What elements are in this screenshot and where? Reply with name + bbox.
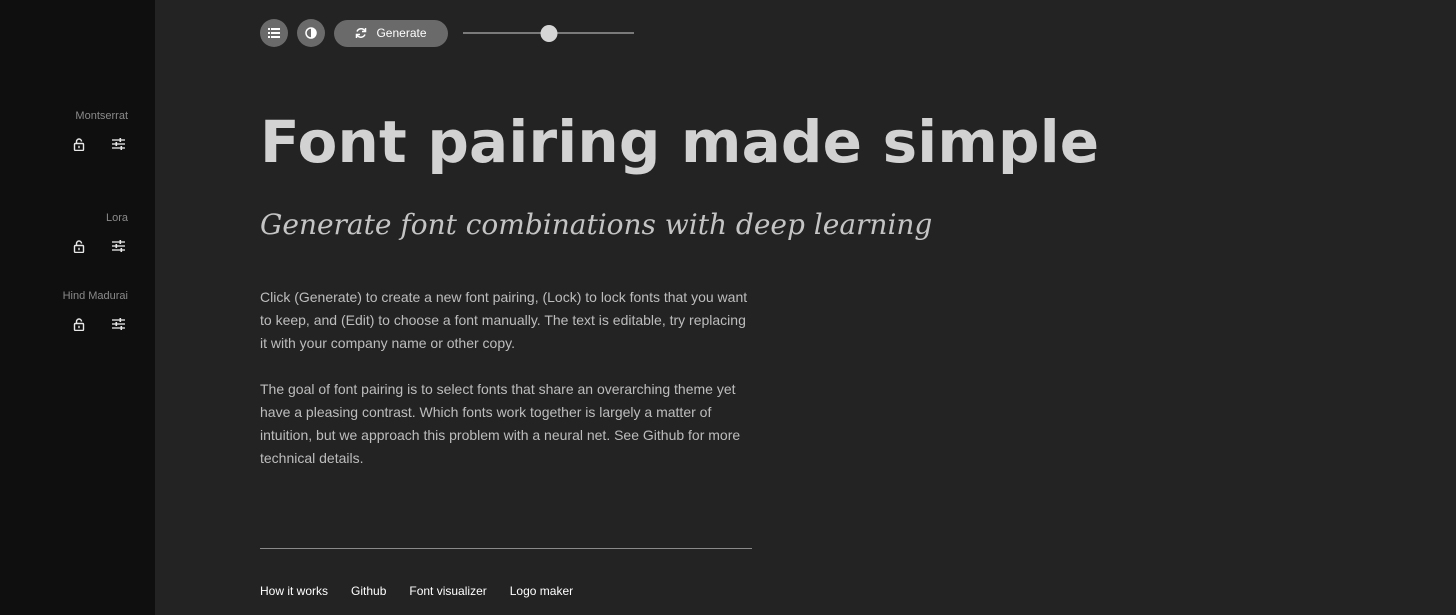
refresh-icon — [356, 28, 367, 38]
toolbar: Generate — [260, 19, 634, 47]
footer-link-how-it-works[interactable]: How it works — [260, 584, 328, 598]
list-button[interactable] — [260, 19, 288, 47]
page-subheadline[interactable]: Generate font combinations with deep lea… — [260, 205, 932, 245]
font-name-heading: Montserrat — [75, 110, 128, 122]
font-group-subheading: Lora — [18, 211, 128, 254]
sidebar: Montserrat Lora Hind Madurai — [0, 0, 155, 615]
main-content: Generate Font pairing made simple Genera… — [155, 0, 1456, 615]
sliders-icon[interactable] — [110, 316, 126, 332]
contrast-slider[interactable] — [463, 23, 634, 43]
lock-icon[interactable] — [71, 316, 87, 332]
lock-icon[interactable] — [71, 238, 87, 254]
sliders-icon[interactable] — [110, 136, 126, 152]
footer-divider — [260, 548, 752, 549]
slider-thumb[interactable] — [540, 25, 557, 42]
font-group-body: Hind Madurai — [18, 289, 128, 332]
lock-icon[interactable] — [71, 136, 87, 152]
generate-button[interactable]: Generate — [334, 19, 448, 47]
page-headline[interactable]: Font pairing made simple — [260, 104, 1099, 180]
list-icon — [268, 28, 280, 38]
body-paragraph: Click (Generate) to create a new font pa… — [260, 289, 748, 351]
footer-link-logo-maker[interactable]: Logo maker — [510, 584, 573, 598]
footer-links: How it works Github Font visualizer Logo… — [260, 584, 596, 598]
footer-link-font-visualizer[interactable]: Font visualizer — [409, 584, 486, 598]
body-text[interactable]: Click (Generate) to create a new font pa… — [260, 286, 754, 493]
generate-label: Generate — [376, 26, 427, 40]
contrast-icon — [305, 27, 317, 39]
body-paragraph: The goal of font pairing is to select fo… — [260, 381, 741, 466]
sliders-icon[interactable] — [110, 238, 126, 254]
font-name-subheading: Lora — [105, 212, 128, 224]
font-group-heading: Montserrat — [18, 109, 128, 152]
font-name-body: Hind Madurai — [62, 290, 128, 302]
footer-link-github[interactable]: Github — [351, 584, 386, 598]
contrast-button[interactable] — [297, 19, 325, 47]
